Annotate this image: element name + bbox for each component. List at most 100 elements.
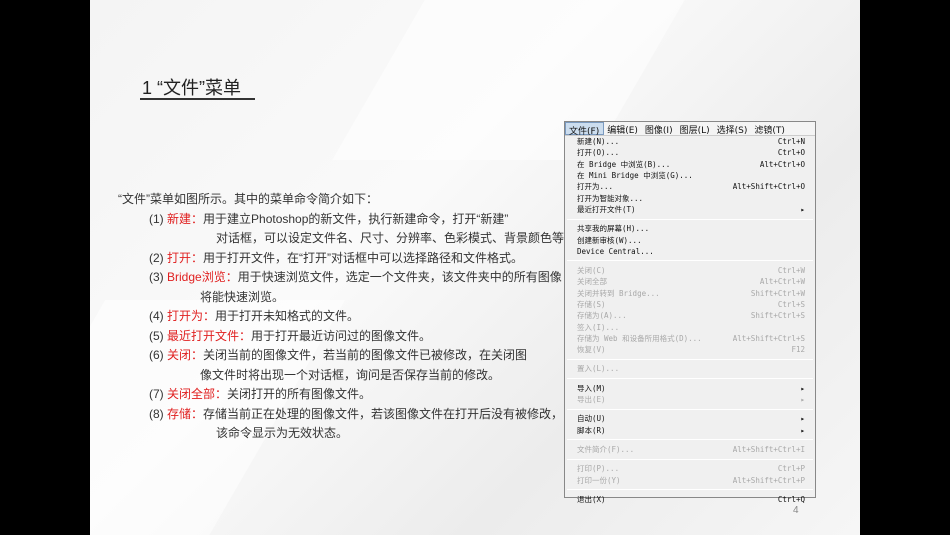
menu-item-label: 导出(E) <box>577 395 606 405</box>
slide: 1 “文件”菜单 “文件”菜单如图所示。其中的菜单命令简介如下： (1) 新建：… <box>90 0 860 535</box>
description-text: “文件”菜单如图所示。其中的菜单命令简介如下： (1) 新建：用于建立Photo… <box>118 190 576 444</box>
menu-item[interactable]: 脚本(R) ▸ <box>565 425 815 436</box>
menu-item[interactable]: 自动(U) ▸ <box>565 413 815 424</box>
menu-item[interactable]: 打开为... Alt+Shift+Ctrl+O <box>565 181 815 192</box>
item-number: (3) <box>149 270 167 284</box>
menu-item[interactable]: 打开(O)... Ctrl+O <box>565 147 815 158</box>
menu-item-shortcut: Alt+Shift+Ctrl+O <box>732 182 805 192</box>
menu-item-shortcut: Alt+Shift+Ctrl+P <box>732 475 805 485</box>
menu-item-label: 打开(O)... <box>577 148 620 158</box>
menu-item[interactable]: 打开为智能对象... <box>565 192 815 203</box>
list-item: (8) 存储：存储当前正在处理的图像文件，若该图像文件在打开后没有被修改， <box>118 405 576 425</box>
menu-separator <box>567 489 813 491</box>
menu-item-label: 打开为... <box>577 182 614 192</box>
menu-item[interactable]: 新建(N)... Ctrl+N <box>565 136 815 147</box>
menu-2[interactable]: 图像(I) <box>642 122 677 136</box>
menu-item-shortcut: Ctrl+S <box>777 300 805 309</box>
list-item: (6) 关闭：关闭当前的图像文件，若当前的图像文件已被修改，在关闭图 <box>118 346 576 366</box>
item-number: (2) <box>149 250 167 265</box>
menu-1[interactable]: 编辑(E) <box>604 122 642 136</box>
list-item: (5) 最近打开文件：用于打开最近访问过的图像文件。 <box>118 327 576 347</box>
item-continuation: 该命令显示为无效状态。 <box>216 426 349 440</box>
item-term: 关闭全部： <box>167 387 228 401</box>
item-number: (1) <box>149 211 167 226</box>
menu-item-label: 关闭(C) <box>577 266 606 276</box>
menu-4[interactable]: 选择(S) <box>714 122 752 136</box>
menu-item[interactable]: 共享我的屏幕(H)... <box>565 223 815 234</box>
item-description: 用于打开文件，在“打开”对话框中可以选择路径和文件格式。 <box>203 250 524 265</box>
item-term: Bridge浏览： <box>167 270 238 284</box>
menu-item-label: 置入(L)... <box>577 364 620 374</box>
menu-item-label: 关闭全部 <box>577 277 607 287</box>
submenu-arrow-icon: ▸ <box>800 395 805 405</box>
item-continuation: 像文件时将出现一个对话框，询问是否保存当前的修改。 <box>200 367 501 382</box>
menu-item-label: 存储为(A)... <box>577 311 627 321</box>
menu-5[interactable]: 滤镜(T) <box>751 122 789 136</box>
item-continuation: 将能快速浏览。 <box>200 289 285 304</box>
menu-item-label: 导入(M) <box>577 383 606 393</box>
menu-item-shortcut: Ctrl+O <box>777 148 805 158</box>
menu-item-label: 创建新审核(W)... <box>577 235 642 245</box>
item-description: 关闭打开的所有图像文件。 <box>227 387 372 401</box>
menu-bar: 文件(F) 编辑(E) 图像(I) 图层(L) 选择(S) 滤镜(T) <box>565 122 815 137</box>
menu-item-label: 关闭并转到 Bridge... <box>577 288 660 298</box>
menu-item-label: 打印(P)... <box>577 464 620 474</box>
menu-0[interactable]: 文件(F) <box>565 122 605 137</box>
menu-separator <box>567 218 813 220</box>
menu-separator <box>567 358 813 360</box>
menu-item[interactable]: 退出(X) Ctrl+Q <box>565 494 815 505</box>
menu-item-label: 退出(X) <box>577 494 606 504</box>
menu-item-label: Device Central... <box>577 246 654 256</box>
menu-item[interactable]: 在 Bridge 中浏览(B)... Alt+Ctrl+O <box>565 159 815 170</box>
menu-item[interactable]: 创建新审核(W)... <box>565 234 815 245</box>
item-term: 关闭： <box>167 348 204 362</box>
menu-item: 打印(P)... Ctrl+P <box>565 463 815 474</box>
menu-item-label: 自动(U) <box>577 414 606 424</box>
item-description: 存储当前正在处理的图像文件，若该图像文件在打开后没有被修改， <box>203 406 564 421</box>
intro-text: “文件”菜单如图所示。其中的菜单命令简介如下： <box>118 192 378 206</box>
menu-item-label: 签入(I)... <box>577 322 620 332</box>
item-description: 关闭当前的图像文件，若当前的图像文件已被修改，在关闭图 <box>203 348 528 362</box>
menu-item-shortcut: Shift+Ctrl+W <box>750 288 805 298</box>
menu-item[interactable]: 最近打开文件(T) ▸ <box>565 204 815 215</box>
menu-item: 关闭(C) Ctrl+W <box>565 265 815 276</box>
menu-item-label: 在 Mini Bridge 中浏览(G)... <box>577 171 693 181</box>
item-number: (8) <box>149 406 167 421</box>
menu-item-shortcut: Alt+Shift+Ctrl+S <box>732 333 805 343</box>
page-title: 1 “文件”菜单 <box>142 78 241 98</box>
menu-item: 存储为(A)... Shift+Ctrl+S <box>565 310 815 321</box>
menu-item-label: 最近打开文件(T) <box>577 204 636 214</box>
list-item: (4) 打开为：用于打开未知格式的文件。 <box>118 307 576 327</box>
page-number: 4 <box>793 505 799 516</box>
menu-item: 存储(S) Ctrl+S <box>565 299 815 310</box>
menu-separator <box>567 260 813 262</box>
item-term: 存储： <box>167 406 204 421</box>
menu-item: 签入(I)... <box>565 321 815 332</box>
menu-item[interactable]: 导入(M) ▸ <box>565 383 815 394</box>
item-description: 用于打开未知格式的文件。 <box>215 309 360 323</box>
menu-item: 关闭并转到 Bridge... Shift+Ctrl+W <box>565 288 815 299</box>
menu-item: 存储为 Web 和设备所用格式(D)... Alt+Shift+Ctrl+S <box>565 333 815 344</box>
menu-item-label: 打开为智能对象... <box>577 193 644 203</box>
menu-item-shortcut: Alt+Ctrl+O <box>759 159 805 169</box>
item-term: 打开为： <box>167 309 216 323</box>
menu-item-label: 存储(S) <box>577 300 606 309</box>
menu-item-label: 在 Bridge 中浏览(B)... <box>577 159 671 169</box>
submenu-arrow-icon: ▸ <box>800 204 805 214</box>
menu-item[interactable]: Device Central... <box>565 246 815 257</box>
list-item: (1) 新建：用于建立Photoshop的新文件，执行新建命令，打开“新建” <box>118 210 576 230</box>
item-description: 用于快速浏览文件，选定一个文件夹，该文件夹中的所有图像 <box>237 270 562 284</box>
menu-3[interactable]: 图层(L) <box>677 122 714 136</box>
menu-separator <box>567 408 813 410</box>
item-number: (7) <box>149 387 167 401</box>
file-menu: 文件(F) 编辑(E) 图像(I) 图层(L) 选择(S) 滤镜(T) 新建(N)... C… <box>564 121 816 504</box>
item-term: 新建： <box>167 211 204 226</box>
menu-item-label: 文件简介(F)... <box>577 444 635 454</box>
item-term: 最近打开文件： <box>167 328 252 343</box>
list-item: (2) 打开：用于打开文件，在“打开”对话框中可以选择路径和文件格式。 <box>118 249 576 269</box>
menu-item-label: 共享我的屏幕(H)... <box>577 224 650 234</box>
menu-item: 导出(E) ▸ <box>565 394 815 405</box>
menu-item[interactable]: 在 Mini Bridge 中浏览(G)... <box>565 170 815 181</box>
submenu-arrow-icon: ▸ <box>800 383 805 393</box>
menu-item-shortcut: Ctrl+N <box>777 137 805 147</box>
